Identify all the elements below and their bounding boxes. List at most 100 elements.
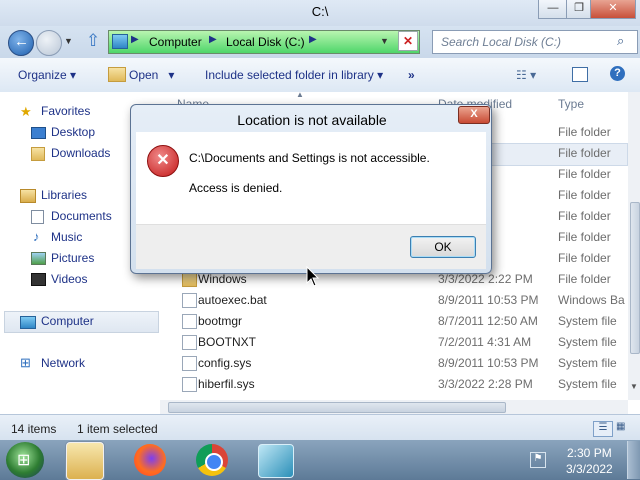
nav-computer[interactable]: Computer bbox=[41, 314, 94, 328]
horizontal-scrollbar[interactable] bbox=[160, 400, 628, 414]
help-icon[interactable]: ? bbox=[610, 66, 625, 81]
vertical-scrollbar[interactable]: ▼ bbox=[628, 92, 640, 400]
file-row[interactable]: BOOTNXT 7/2/2011 4:31 AM System file bbox=[168, 332, 626, 353]
file-type: System file bbox=[558, 356, 617, 370]
explorer-taskbar-icon[interactable] bbox=[66, 442, 104, 480]
folder-icon bbox=[182, 272, 197, 287]
nav-desktop[interactable]: Desktop bbox=[51, 125, 95, 139]
action-center-icon[interactable]: ⚑ bbox=[530, 452, 546, 468]
pictures-icon bbox=[31, 252, 46, 265]
file-name: autoexec.bat bbox=[198, 293, 267, 307]
file-type: File folder bbox=[558, 188, 611, 202]
start-button[interactable]: ⊞ bbox=[6, 442, 44, 478]
file-date: 8/9/2011 10:53 PM bbox=[438, 356, 539, 370]
file-icon bbox=[182, 377, 197, 392]
file-name: BOOTNXT bbox=[198, 335, 257, 349]
preview-pane-icon[interactable] bbox=[572, 67, 588, 82]
file-icon bbox=[182, 356, 197, 371]
nav-documents[interactable]: Documents bbox=[51, 209, 112, 223]
breadcrumb-computer[interactable]: Computer bbox=[149, 35, 202, 49]
file-icon bbox=[182, 314, 197, 329]
ok-button[interactable]: OK bbox=[410, 236, 476, 258]
sort-arrow-icon: ▲ bbox=[296, 90, 304, 99]
status-selection: 1 item selected bbox=[77, 422, 158, 436]
file-icon bbox=[182, 335, 197, 350]
nav-pictures[interactable]: Pictures bbox=[51, 251, 94, 265]
file-name: bootmgr bbox=[198, 314, 243, 328]
windows-logo-icon: ⊞ bbox=[17, 452, 31, 469]
file-name: Windows bbox=[198, 272, 247, 286]
clock-time[interactable]: 2:30 PM bbox=[567, 446, 612, 460]
scroll-down-icon[interactable]: ▼ bbox=[630, 382, 638, 391]
file-type: File folder bbox=[558, 125, 611, 139]
chevron-right-icon[interactable]: ▶ bbox=[131, 34, 139, 45]
file-name: hiberfil.sys bbox=[198, 377, 255, 391]
file-row[interactable]: bootmgr 8/7/2011 12:50 AM System file bbox=[168, 311, 626, 332]
nav-music[interactable]: Music bbox=[51, 230, 82, 244]
nav-favorites[interactable]: Favorites bbox=[41, 104, 90, 118]
chrome-taskbar-icon[interactable] bbox=[196, 444, 228, 476]
breadcrumb-local-disk[interactable]: Local Disk (C:) bbox=[226, 35, 305, 49]
computer-icon bbox=[20, 316, 36, 329]
file-icon bbox=[182, 293, 197, 308]
computer-icon bbox=[112, 34, 128, 49]
show-desktop-button[interactable] bbox=[627, 441, 640, 479]
desktop-icon bbox=[31, 127, 46, 139]
downloads-folder-icon bbox=[31, 147, 45, 161]
search-icon[interactable]: ⌕ bbox=[617, 33, 624, 49]
more-commands-button[interactable]: » bbox=[408, 68, 415, 82]
firefox-taskbar-icon[interactable] bbox=[134, 444, 166, 476]
file-row[interactable]: autoexec.bat 8/9/2011 10:53 PM Windows Ba bbox=[168, 290, 626, 311]
column-header-type[interactable]: Type bbox=[558, 97, 584, 111]
maximize-button[interactable]: ❐ bbox=[566, 0, 592, 19]
file-name: config.sys bbox=[198, 356, 252, 370]
file-type: File folder bbox=[558, 230, 611, 244]
file-date: 8/7/2011 12:50 AM bbox=[438, 314, 538, 328]
minimize-button[interactable]: — bbox=[538, 0, 568, 19]
details-view-icon[interactable]: ☰ bbox=[593, 421, 613, 437]
clock-date[interactable]: 3/3/2022 bbox=[566, 462, 613, 476]
network-icon: ⊞ bbox=[20, 355, 31, 370]
open-label: Open bbox=[129, 68, 159, 82]
chevron-right-icon[interactable]: ▶ bbox=[209, 34, 217, 45]
address-dropdown-icon[interactable]: ▼ bbox=[380, 36, 389, 46]
horizontal-scroll-thumb[interactable] bbox=[168, 402, 506, 413]
chevron-right-icon[interactable]: ▶ bbox=[309, 34, 317, 45]
organize-button[interactable]: Organize ▾ bbox=[18, 68, 76, 82]
dialog-body bbox=[136, 132, 486, 224]
stop-icon[interactable]: ✕ bbox=[398, 31, 418, 51]
file-date: 7/2/2011 4:31 AM bbox=[438, 335, 532, 349]
file-date: 3/3/2022 2:28 PM bbox=[438, 377, 533, 391]
search-input[interactable]: Search Local Disk (C:) ⌕ bbox=[432, 30, 638, 54]
videos-icon bbox=[31, 273, 46, 286]
nav-videos[interactable]: Videos bbox=[51, 272, 87, 286]
file-row[interactable]: config.sys 8/9/2011 10:53 PM System file bbox=[168, 353, 626, 374]
dialog-message: C:\Documents and Settings is not accessi… bbox=[189, 151, 430, 165]
folder-open-icon bbox=[108, 67, 126, 82]
chrome-center-icon bbox=[205, 453, 223, 471]
dialog-detail: Access is denied. bbox=[189, 181, 283, 195]
dialog-title: Location is not available bbox=[237, 112, 387, 128]
view-options-icon[interactable]: ☷ ▾ bbox=[516, 68, 536, 82]
open-button[interactable]: Open ▾ bbox=[129, 68, 174, 82]
nav-libraries[interactable]: Libraries bbox=[41, 188, 87, 202]
mouse-cursor-icon bbox=[306, 266, 320, 287]
dialog-close-button[interactable]: X bbox=[458, 106, 490, 124]
documents-icon bbox=[31, 210, 44, 224]
nav-downloads[interactable]: Downloads bbox=[51, 146, 110, 160]
organize-label: Organize bbox=[18, 68, 67, 82]
recent-pages-dropdown[interactable]: ▼ bbox=[64, 36, 73, 46]
file-row[interactable]: hiberfil.sys 3/3/2022 2:28 PM System file bbox=[168, 374, 626, 395]
window-close-button[interactable]: ✕ bbox=[590, 0, 636, 19]
back-button[interactable]: ← bbox=[8, 30, 34, 56]
file-type: File folder bbox=[558, 167, 611, 181]
nav-network[interactable]: Network bbox=[41, 356, 85, 370]
include-in-library-button[interactable]: Include selected folder in library ▾ bbox=[205, 68, 383, 82]
large-icons-view-icon[interactable]: ▦ bbox=[616, 421, 630, 435]
vertical-scroll-thumb[interactable] bbox=[630, 202, 640, 354]
status-item-count: 14 items bbox=[11, 422, 57, 436]
forward-button[interactable] bbox=[36, 30, 62, 56]
notepad-taskbar-icon[interactable] bbox=[258, 444, 294, 478]
file-type: Windows Ba bbox=[558, 293, 625, 307]
up-arrow-icon[interactable]: ⇧ bbox=[86, 31, 100, 51]
